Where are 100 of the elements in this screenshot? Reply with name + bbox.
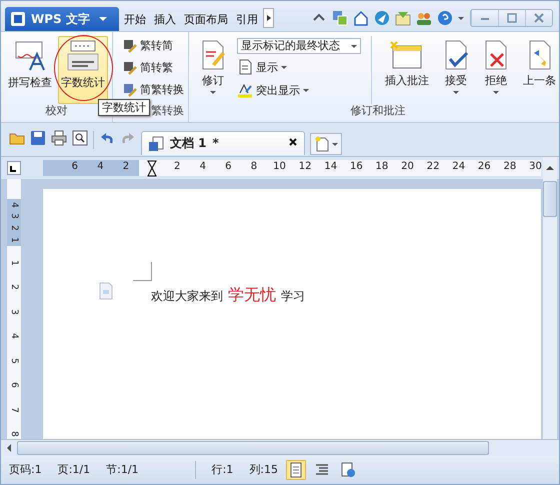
home-icon [353,10,369,26]
show-button[interactable]: 显示 [237,57,361,77]
menu-tab[interactable]: 页面布局 [181,7,231,31]
ruler-number: 5 [9,358,19,364]
ruler-number: 6 [70,160,79,174]
caret-icon [210,91,216,94]
print-icon [51,130,67,146]
status-text: 页:1/1 [58,463,90,477]
close-button[interactable] [525,10,552,26]
logo-icon [11,12,25,26]
ribbon-button[interactable]: 插入批注 [382,36,432,104]
group-label: 修订和批注 [350,104,406,119]
page-icon [288,462,304,478]
group-label: 繁转换 [151,104,184,119]
mail-icon [395,10,411,26]
ruler-number: 24 [451,160,466,174]
minimize-button[interactable] [471,10,498,26]
document-text: 欢迎大家来到 [151,289,223,304]
ruler-number: 14 [323,160,338,174]
tab-stop-button[interactable] [7,161,21,175]
markup-dropdown[interactable]: 显示标记的最终状态 [237,38,361,54]
ruler-number: 8 [250,160,258,174]
ruler-number: 1 [9,260,19,266]
help-icon [437,10,453,26]
ribbon-button[interactable]: 拼写检查 [5,36,55,104]
page-icon [237,59,253,75]
scroll-thumb[interactable] [543,181,557,217]
caret-icon [458,16,464,20]
ruler-number: 30 [528,160,543,174]
ruler-number: 6 [9,382,19,388]
scroll-left-button[interactable] [7,444,11,452]
simp-to-trad-icon [123,60,137,74]
globe-icon [374,10,390,26]
ruler-number: 12 [298,160,312,174]
ruler-number: 28 [502,160,518,174]
save-icon [30,130,46,146]
ruler-number: 2 [9,284,19,290]
status-text: 节:1/1 [106,463,139,477]
status-text: 页码:1 [9,463,42,477]
counter-icon [65,40,101,72]
preview-icon [72,130,88,146]
page-view-button[interactable] [286,460,306,480]
spelling-icon [14,40,46,72]
caret-icon [281,66,287,68]
highlight-icon [237,82,253,98]
accept-icon [443,40,469,70]
previous-icon [526,40,552,70]
document-text: 学习 [281,289,305,304]
ruler-number: 16 [348,160,364,174]
ruler-number: 22 [426,160,440,174]
menu-tab[interactable]: 插入 [151,7,179,31]
caret-icon [351,44,357,48]
app-menu-button[interactable]: WPS 文字 [5,7,119,31]
status-text: 列:15 [249,463,278,477]
ruler-number: 6 [224,160,233,174]
ruler-number: 20 [400,160,415,174]
outline-icon [314,462,330,478]
close-icon [533,13,545,23]
maximize-button[interactable] [498,10,525,26]
track-changes-button[interactable]: 修订 [197,36,229,104]
ruler-number: 7 [9,406,19,412]
ruler-number: 8 [9,431,19,437]
convert-icon [123,82,137,96]
document-text: 学无忧 [228,285,276,304]
ribbon-button[interactable]: 简繁转换 [123,80,184,99]
scroll-thumb[interactable] [17,441,489,455]
ruler-number: 2 [172,160,182,174]
ruler-number: 4 [9,202,19,208]
scroll-up-button[interactable] [543,157,557,179]
ruler-number: 3 [9,308,19,314]
ribbon-button[interactable]: 上一条 [520,36,559,104]
status-text: 行:1 [212,463,234,477]
ruler-number: 26 [476,160,492,174]
ribbon-button[interactable]: 接受 [440,36,472,104]
ruler-number: 4 [9,333,19,339]
menu-tab[interactable]: 引用 [233,7,261,31]
caret-icon [303,88,309,92]
scroll-right-button[interactable] [263,8,274,28]
reject-icon [483,40,509,70]
ribbon-button[interactable]: 拒绝 [480,36,512,104]
new-tab-button[interactable] [310,133,342,155]
caret-icon [99,17,107,21]
close-icon [288,137,298,148]
ruler-number: 3 [9,214,19,220]
ribbon-button[interactable]: 简转繁 [123,58,184,77]
menu-tab[interactable]: 开始 [121,7,149,31]
ruler-number: 10 [272,160,287,174]
windows-icon [332,10,348,26]
track-changes-icon [200,40,226,70]
new-document-icon [314,136,330,152]
people-icon [416,10,432,26]
maximize-icon [506,13,518,23]
highlight-button[interactable]: 突出显示 [237,80,361,100]
tooltip: 字数统计 [98,99,150,116]
document-tab[interactable]: 文档 1 * [141,131,305,155]
ruler-number: 4 [198,160,207,174]
ribbon-button[interactable]: 繁转简 [123,36,184,55]
ruler-number: 4 [96,160,105,174]
ruler-number: 18 [374,160,390,174]
paragraph-icon [98,282,114,300]
